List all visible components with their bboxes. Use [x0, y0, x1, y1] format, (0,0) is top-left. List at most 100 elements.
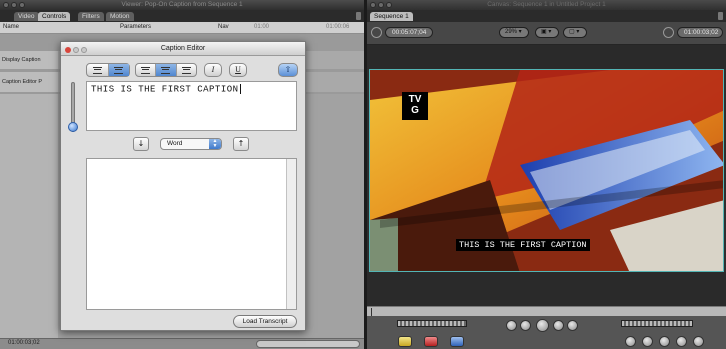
jog-wheel-icon[interactable]: [371, 27, 382, 38]
upload-button[interactable]: ⇧: [278, 63, 298, 77]
tab-drag-handle[interactable]: [718, 12, 723, 20]
down-arrow-icon: ↓: [137, 139, 145, 148]
search-scope-select[interactable]: Word ▲ ▼: [160, 138, 222, 150]
play-around-button[interactable]: [553, 320, 564, 331]
up-arrow-icon: ⇧: [284, 65, 292, 74]
tv-rating-badge: TV G: [402, 92, 428, 120]
align-right-icon: [181, 66, 191, 74]
rating-v: V: [414, 94, 422, 105]
transcript-scrollbar[interactable]: [286, 159, 296, 309]
caption-text-input[interactable]: THIS IS THE FIRST CAPTION: [86, 81, 297, 131]
overwrite-edit-button[interactable]: [424, 336, 438, 347]
mark-out-button[interactable]: [659, 336, 670, 347]
minimize-icon[interactable]: [73, 47, 79, 53]
param-name-column: [0, 94, 58, 338]
next-caption-button[interactable]: ↓: [133, 137, 149, 151]
dialog-window-controls[interactable]: [65, 45, 89, 58]
caption-editor-titlebar: Caption Editor: [61, 42, 305, 56]
up-arrow-icon: ↑: [237, 139, 245, 148]
align-center-icon: [161, 66, 171, 74]
insert-edit-button[interactable]: [398, 336, 412, 347]
zoom-value: 29%: [505, 29, 518, 35]
match-frame-button[interactable]: [625, 336, 636, 347]
line-mode-segmented-control: [86, 63, 130, 77]
caption-overlay: THIS IS THE FIRST CAPTION: [456, 239, 590, 251]
viewer-tabbar: Video Controls Filters Motion: [0, 10, 364, 22]
double-line-button[interactable]: [108, 64, 129, 76]
play-button[interactable]: [536, 319, 549, 332]
minimize-icon[interactable]: [378, 2, 384, 8]
transcript-text-area[interactable]: [86, 158, 297, 310]
zoom-popup[interactable]: 29% ▾: [499, 27, 529, 38]
align-left-icon: [141, 66, 151, 74]
shuttle-control[interactable]: [397, 320, 467, 327]
canvas-bottom-gutter: [367, 272, 726, 306]
next-edit-button[interactable]: [567, 320, 578, 331]
viewer-timecode: 01:00:03;02: [8, 340, 40, 346]
chevron-updown-icon: ▲ ▼: [209, 139, 221, 149]
window-divider: [364, 0, 367, 349]
align-right-button[interactable]: [177, 64, 196, 76]
lines-icon: [114, 66, 124, 74]
search-scope-value: Word: [167, 140, 183, 147]
close-icon[interactable]: [370, 2, 376, 8]
slider-knob[interactable]: [68, 122, 78, 132]
rating-g: G: [411, 105, 419, 116]
mark-in-button[interactable]: [642, 336, 653, 347]
current-timecode[interactable]: 01:00:03;02: [677, 27, 723, 38]
italic-button[interactable]: I: [204, 63, 222, 77]
single-line-button[interactable]: [87, 64, 109, 76]
caption-text: THIS IS THE FIRST CAPTION: [91, 84, 239, 95]
view-popup[interactable]: ▣ ▾: [535, 27, 559, 38]
overlay-popup[interactable]: ▢ ▾: [563, 27, 587, 38]
previous-edit-button[interactable]: [506, 320, 517, 331]
zoom-icon[interactable]: [386, 2, 392, 8]
alignment-segmented-control: [135, 63, 197, 77]
close-icon[interactable]: [65, 47, 71, 53]
column-name: Name: [3, 24, 20, 30]
tab-filters[interactable]: Filters: [78, 12, 104, 21]
canvas-top-gutter: [367, 45, 726, 69]
minimize-icon[interactable]: [11, 2, 17, 8]
text-caret: [239, 84, 241, 94]
param-row-caption-editor[interactable]: Caption Editor P: [0, 72, 58, 92]
underline-button[interactable]: U: [229, 63, 247, 77]
previous-caption-button[interactable]: ↑: [233, 137, 249, 151]
param-row-display-caption[interactable]: Display Caption: [0, 51, 58, 69]
align-center-button[interactable]: [156, 64, 177, 76]
load-transcript-button[interactable]: Load Transcript: [233, 315, 297, 328]
column-parameters: Parameters: [120, 24, 152, 30]
column-nav: Nav: [218, 24, 229, 30]
shuttle-icon[interactable]: [663, 27, 674, 38]
canvas-toolbar: 00:05:07;04 29% ▾ ▣ ▾ ▢ ▾ 01:00:03;02: [367, 22, 726, 45]
lines-icon: [92, 66, 102, 74]
tab-controls[interactable]: Controls: [38, 12, 71, 21]
zoom-icon[interactable]: [19, 2, 25, 8]
tab-sequence-1[interactable]: Sequence 1: [370, 12, 413, 21]
ruler-end: 01:00:06: [326, 24, 350, 30]
tab-video[interactable]: Video: [14, 12, 39, 21]
play-in-out-button[interactable]: [520, 320, 531, 331]
zoom-icon[interactable]: [81, 47, 87, 53]
close-icon[interactable]: [3, 2, 9, 8]
tab-drag-handle[interactable]: [356, 12, 361, 20]
add-keyframe-button[interactable]: [693, 336, 704, 347]
viewer-horizontal-scrollbar[interactable]: [256, 340, 360, 348]
caption-editor-dialog: Caption Editor I U ⇧ THIS IS THE FIRST C…: [60, 41, 306, 331]
canvas-tabbar: Sequence 1: [367, 10, 726, 22]
canvas-titlebar: Canvas: Sequence 1 in Untitled Project 1: [367, 0, 726, 10]
viewer-titlebar: Viewer: Pop-On Caption from Sequence 1: [0, 0, 364, 10]
tab-motion[interactable]: Motion: [106, 12, 134, 21]
duration-timecode[interactable]: 00:05:07;04: [385, 27, 433, 38]
playhead[interactable]: [371, 308, 372, 316]
canvas-window: Canvas: Sequence 1 in Untitled Project 1…: [367, 0, 726, 349]
replace-edit-button[interactable]: [450, 336, 464, 347]
align-left-button[interactable]: [136, 64, 157, 76]
transport-controls: [367, 316, 726, 349]
ruler-start: 01:00: [254, 24, 270, 30]
add-marker-button[interactable]: [676, 336, 687, 347]
jog-control[interactable]: [621, 320, 693, 327]
video-frame[interactable]: TV G THIS IS THE FIRST CAPTION: [369, 69, 724, 272]
caption-editor-title: Caption Editor: [160, 45, 206, 52]
viewer-column-header: Name Parameters Nav 01:00 01:00:06: [0, 22, 364, 34]
